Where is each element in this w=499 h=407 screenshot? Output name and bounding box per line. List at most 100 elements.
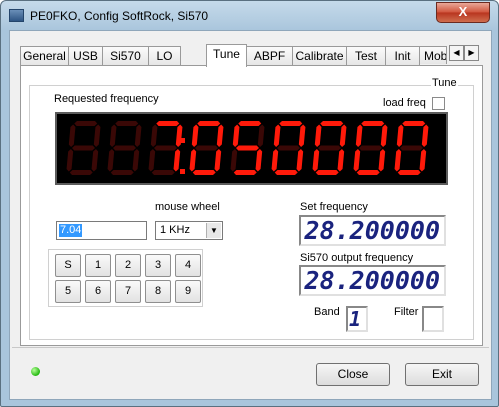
segment-c [296,149,304,172]
tab-calibrate[interactable]: Calibrate [292,46,347,65]
status-led-icon [31,367,40,376]
segment-digit [148,121,183,175]
segment-d [315,170,339,175]
segment-f [396,124,404,147]
segment-g [236,145,259,151]
segment-digit [312,121,347,175]
decimal-point [180,169,185,174]
si570-output-frequency-display: 28.200000 [299,265,446,296]
filter-label: Filter [394,306,419,318]
segment-c [173,149,181,172]
segment-c [419,149,427,172]
segment-digit [271,121,306,175]
requested-frequency-display[interactable] [55,112,448,185]
tab-scroll-right-icon[interactable]: ▶ [464,45,479,61]
segment-b [175,124,183,147]
tab-scroll-left-icon[interactable]: ◀ [449,45,464,61]
client-area: General USB Si570 LO Tune ABPF Calibrate… [9,30,492,400]
segment-g [113,145,136,151]
segment-e [189,149,197,172]
segment-a [238,121,262,126]
key-9[interactable]: 9 [175,280,201,303]
segment-g [318,145,341,151]
set-frequency-label: Set frequency [300,201,368,213]
exit-button[interactable]: Exit [405,363,479,386]
segment-f [355,124,363,147]
step-select[interactable]: 1 KHz ▼ [155,221,223,240]
segment-b [216,124,224,147]
segment-b [93,124,101,147]
segment-b [380,124,388,147]
band-display: 1 [346,306,368,332]
key-5[interactable]: 5 [55,280,81,303]
segment-f [109,124,117,147]
segment-a [320,121,344,126]
tab-init[interactable]: Init [385,46,420,65]
filter-display [422,306,444,332]
segment-d [356,170,380,175]
window-close-button[interactable]: X [436,2,490,23]
segment-a [361,121,385,126]
tune-group-title: Tune [431,77,458,89]
key-6[interactable]: 6 [85,280,111,303]
tab-test[interactable]: Test [346,46,386,65]
load-freq-checkbox[interactable] [432,97,445,110]
segment-f [150,124,158,147]
tab-mob[interactable]: Mob [419,46,447,64]
frequency-input-value: 7.04 [59,224,83,237]
key-7[interactable]: 7 [115,280,141,303]
segment-c [132,149,140,172]
segment-digit [230,121,265,175]
tab-lo[interactable]: LO [148,46,181,65]
requested-frequency-label: Requested frequency [54,93,159,105]
tab-abpf[interactable]: ABPF [246,46,293,65]
bottom-separator [12,347,489,348]
band-value: 1 [348,307,361,331]
key-8[interactable]: 8 [145,280,171,303]
segment-b [134,124,142,147]
segment-a [156,121,180,126]
segment-a [115,121,139,126]
close-button[interactable]: Close [316,363,390,386]
segment-d [192,170,216,175]
segment-digit [394,121,429,175]
step-select-value: 1 KHz [160,224,190,236]
segment-a [402,121,426,126]
tab-general[interactable]: General [20,46,69,65]
segment-e [394,149,402,172]
segment-d [69,170,93,175]
set-frequency-display: 28.200000 [299,215,446,246]
key-2[interactable]: 2 [115,254,141,277]
segment-e [66,149,74,172]
segment-c [214,149,222,172]
segment-g [277,145,300,151]
segment-b [298,124,306,147]
key-s[interactable]: S [55,254,81,277]
segment-e [312,149,320,172]
key-3[interactable]: 3 [145,254,171,277]
segment-a [74,121,98,126]
tab-tune[interactable]: Tune [206,44,247,67]
tab-si570[interactable]: Si570 [102,46,149,65]
segment-digit [189,121,224,175]
key-1[interactable]: 1 [85,254,111,277]
tab-usb[interactable]: USB [68,46,103,65]
segment-c [378,149,386,172]
chevron-down-icon[interactable]: ▼ [206,223,221,238]
segment-g [72,145,95,151]
segment-c [337,149,345,172]
segment-e [230,149,238,172]
key-4[interactable]: 4 [175,254,201,277]
segment-g [195,145,218,151]
segment-d [233,170,257,175]
segment-b [339,124,347,147]
load-freq-label: load freq [383,97,426,109]
mouse-wheel-label: mouse wheel [155,201,220,213]
segment-a [197,121,221,126]
segment-e [271,149,279,172]
segment-f [68,124,76,147]
frequency-input[interactable]: 7.04 [56,221,147,240]
title-bar[interactable]: PE0FKO, Config SoftRock, Si570 X [1,1,498,29]
segment-digit [107,121,142,175]
band-label: Band [314,306,340,318]
